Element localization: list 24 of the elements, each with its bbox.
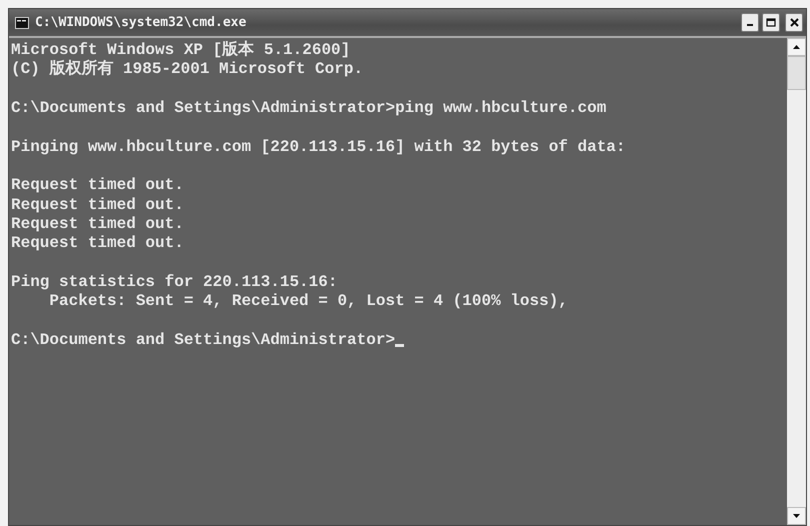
console-line: Microsoft Windows XP [版本 5.1.2600] xyxy=(11,41,350,60)
maximize-icon xyxy=(766,18,776,27)
console-line: Packets: Sent = 4, Received = 0, Lost = 4 (100% loss), xyxy=(48,292,568,311)
vertical-scrollbar[interactable] xyxy=(787,38,806,525)
scroll-down-button[interactable] xyxy=(787,507,806,525)
maximize-button[interactable] xyxy=(762,13,780,32)
console-line: Request timed out. xyxy=(11,234,184,254)
down-arrow-icon xyxy=(793,514,800,518)
console-line: Request timed out. xyxy=(11,214,184,234)
console-line: C:\Documents and Settings\Administrator>ping www.hbculture.com xyxy=(11,99,606,118)
scrollbar-thumb[interactable] xyxy=(787,56,806,90)
minimize-button[interactable] xyxy=(741,13,759,32)
console-line: Ping statistics for 220.113.15.16: xyxy=(11,272,338,292)
console-line: (C) 版权所有 1985-2001 Microsoft Corp. xyxy=(11,60,364,80)
close-button[interactable] xyxy=(785,13,803,32)
window-title: C:\WINDOWS\system32\cmd.exe xyxy=(35,15,248,30)
scroll-up-button[interactable] xyxy=(787,38,806,56)
console-line: C:\Documents and Settings\Administrator> xyxy=(11,330,396,350)
close-icon xyxy=(790,18,798,27)
console-line: Pinging www.hbculture.com [220.113.15.16] with 32 bytes of data: xyxy=(11,138,626,157)
console-line: Request timed out. xyxy=(11,176,184,196)
console-line: Request timed out. xyxy=(11,196,184,215)
console-app-icon xyxy=(15,16,29,28)
up-arrow-icon xyxy=(793,45,800,49)
